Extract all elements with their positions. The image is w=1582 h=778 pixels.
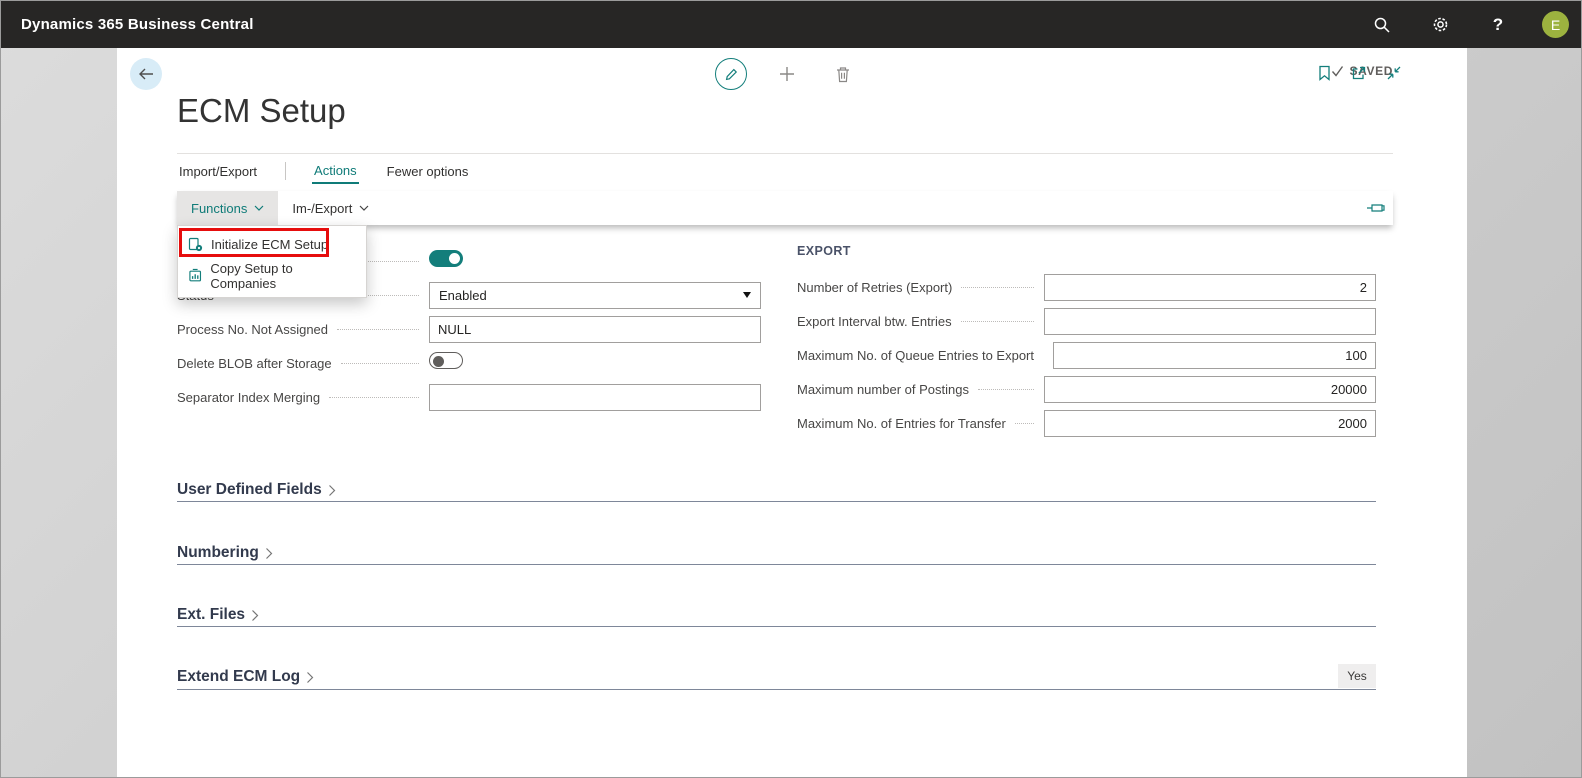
app-window: Dynamics 365 Business Central ? E ECM Se… xyxy=(0,0,1582,778)
section-divider xyxy=(177,626,1376,627)
pin-icon[interactable] xyxy=(1366,191,1385,225)
section-user-defined-fields: User Defined Fields xyxy=(177,479,1376,502)
section-divider xyxy=(177,564,1376,565)
page-header-icons xyxy=(1313,62,1581,84)
number-of-retries-input[interactable] xyxy=(1044,273,1376,301)
page-title: ECM Setup xyxy=(177,92,346,129)
field-label: Delete BLOB after Storage xyxy=(177,355,332,371)
select-caret-icon xyxy=(743,292,751,298)
functions-dropdown-menu: Initialize ECM Setup Copy Setup to Compa… xyxy=(177,225,367,298)
section-label: Ext. Files xyxy=(177,606,246,623)
separator-index-merging-input[interactable] xyxy=(429,383,761,411)
tab-import-export[interactable]: Import/Export xyxy=(177,160,259,183)
max-entries-transfer-input[interactable] xyxy=(1044,409,1376,437)
record-toolbar xyxy=(715,58,859,90)
open-in-window-icon[interactable] xyxy=(1348,62,1370,84)
im-export-label: Im-/Export xyxy=(292,200,353,216)
copy-companies-icon xyxy=(189,268,202,282)
settings-gear-icon[interactable] xyxy=(1426,11,1454,39)
field-label: Number of Retries (Export) xyxy=(797,279,953,295)
form-row-max-queue-entries: Maximum No. of Queue Entries to Export xyxy=(797,338,1376,372)
dotted-leader xyxy=(960,320,1034,322)
section-numbering: Numbering xyxy=(177,542,1376,565)
section-divider xyxy=(177,501,1376,502)
initialize-setup-icon xyxy=(188,237,203,252)
delete-trash-icon[interactable] xyxy=(827,58,859,90)
add-plus-icon[interactable] xyxy=(771,58,803,90)
search-icon[interactable] xyxy=(1368,11,1396,39)
section-header[interactable]: Extend ECM Log xyxy=(177,666,1376,688)
edit-pencil-icon[interactable] xyxy=(715,58,747,90)
tab-actions[interactable]: Actions xyxy=(312,159,359,184)
back-arrow-icon xyxy=(138,68,153,80)
field-label: Export Interval btw. Entries xyxy=(797,313,952,329)
export-interval-input[interactable] xyxy=(1044,307,1376,335)
tab-fewer-options[interactable]: Fewer options xyxy=(385,160,471,183)
ribbon-divider xyxy=(177,153,1393,154)
im-export-menu-button[interactable]: Im-/Export xyxy=(278,191,383,225)
form-row-max-postings: Maximum number of Postings xyxy=(797,372,1376,406)
dotted-leader xyxy=(977,388,1034,390)
avatar[interactable]: E xyxy=(1542,11,1569,38)
status-select[interactable]: Enabled xyxy=(429,281,761,309)
chevron-down-icon xyxy=(254,205,264,211)
section-label: Numbering xyxy=(177,544,259,561)
help-icon[interactable]: ? xyxy=(1484,11,1512,39)
app-title: Dynamics 365 Business Central xyxy=(21,16,254,33)
field-label: Process No. Not Assigned xyxy=(177,321,329,337)
menu-item-copy-setup-to-companies[interactable]: Copy Setup to Companies xyxy=(178,260,366,291)
form-row-separator-index: Separator Index Merging xyxy=(177,380,761,414)
topbar-actions: ? E xyxy=(1368,1,1569,48)
field-label: Maximum No. of Entries for Transfer xyxy=(797,415,1006,431)
menu-item-initialize-ecm-setup[interactable]: Initialize ECM Setup xyxy=(178,229,366,260)
functions-menu-button[interactable]: Functions xyxy=(177,191,279,225)
topbar: Dynamics 365 Business Central ? E xyxy=(1,1,1581,48)
collapse-icon[interactable] xyxy=(1383,62,1405,84)
field-label: Maximum No. of Queue Entries to Export xyxy=(797,347,1034,363)
form-row-retries: Number of Retries (Export) xyxy=(797,270,1376,304)
export-group-title: EXPORT xyxy=(797,244,851,258)
tab-divider xyxy=(285,162,287,180)
form-row-export-interval: Export Interval btw. Entries xyxy=(797,304,1376,338)
ribbon-tabs: Import/Export Actions Fewer options xyxy=(177,158,496,184)
form-row-max-entries-transfer: Maximum No. of Entries for Transfer xyxy=(797,406,1376,440)
functions-label: Functions xyxy=(191,200,248,216)
enabled-toggle[interactable] xyxy=(429,250,463,267)
back-button[interactable] xyxy=(130,58,162,90)
max-queue-entries-input[interactable] xyxy=(1052,341,1376,369)
dotted-leader xyxy=(340,362,419,364)
bookmark-icon[interactable] xyxy=(1313,62,1335,84)
chevron-down-icon xyxy=(359,205,369,211)
menu-item-label: Initialize ECM Setup xyxy=(211,237,329,252)
section-extend-ecm-log: Extend ECM Log Yes xyxy=(177,664,1376,690)
section-divider xyxy=(177,689,1376,690)
section-header[interactable]: User Defined Fields xyxy=(177,479,1376,501)
content-card: ECM Setup SAVED Import/Export Actions Fe… xyxy=(117,48,1467,777)
section-header[interactable]: Numbering xyxy=(177,542,1376,564)
max-postings-input[interactable] xyxy=(1044,375,1376,403)
status-select-value: Enabled xyxy=(439,287,487,303)
chevron-right-icon xyxy=(307,671,314,683)
section-label: Extend ECM Log xyxy=(177,668,301,685)
menu-item-label: Copy Setup to Companies xyxy=(210,260,293,291)
field-label: Separator Index Merging xyxy=(177,389,321,405)
command-bar: Functions Im-/Export xyxy=(177,191,1393,225)
dotted-leader xyxy=(337,328,419,330)
delete-blob-toggle[interactable] xyxy=(429,352,463,369)
form-row-process-no: Process No. Not Assigned xyxy=(177,312,761,346)
chevron-right-icon xyxy=(265,547,273,559)
dotted-leader xyxy=(961,286,1034,288)
section-label: User Defined Fields xyxy=(177,481,322,498)
extend-ecm-log-value-badge: Yes xyxy=(1338,664,1376,688)
process-no-not-assigned-input[interactable] xyxy=(429,315,761,343)
section-ext-files: Ext. Files xyxy=(177,604,1376,627)
form-row-delete-blob: Delete BLOB after Storage xyxy=(177,346,761,380)
chevron-right-icon xyxy=(252,609,259,621)
field-label: Maximum number of Postings xyxy=(797,381,969,397)
section-header[interactable]: Ext. Files xyxy=(177,604,1376,626)
export-fields: EXPORT Number of Retries (Export) Export… xyxy=(797,244,1376,440)
dotted-leader xyxy=(1014,422,1034,424)
dotted-leader xyxy=(329,396,419,398)
chevron-right-icon xyxy=(328,484,336,496)
